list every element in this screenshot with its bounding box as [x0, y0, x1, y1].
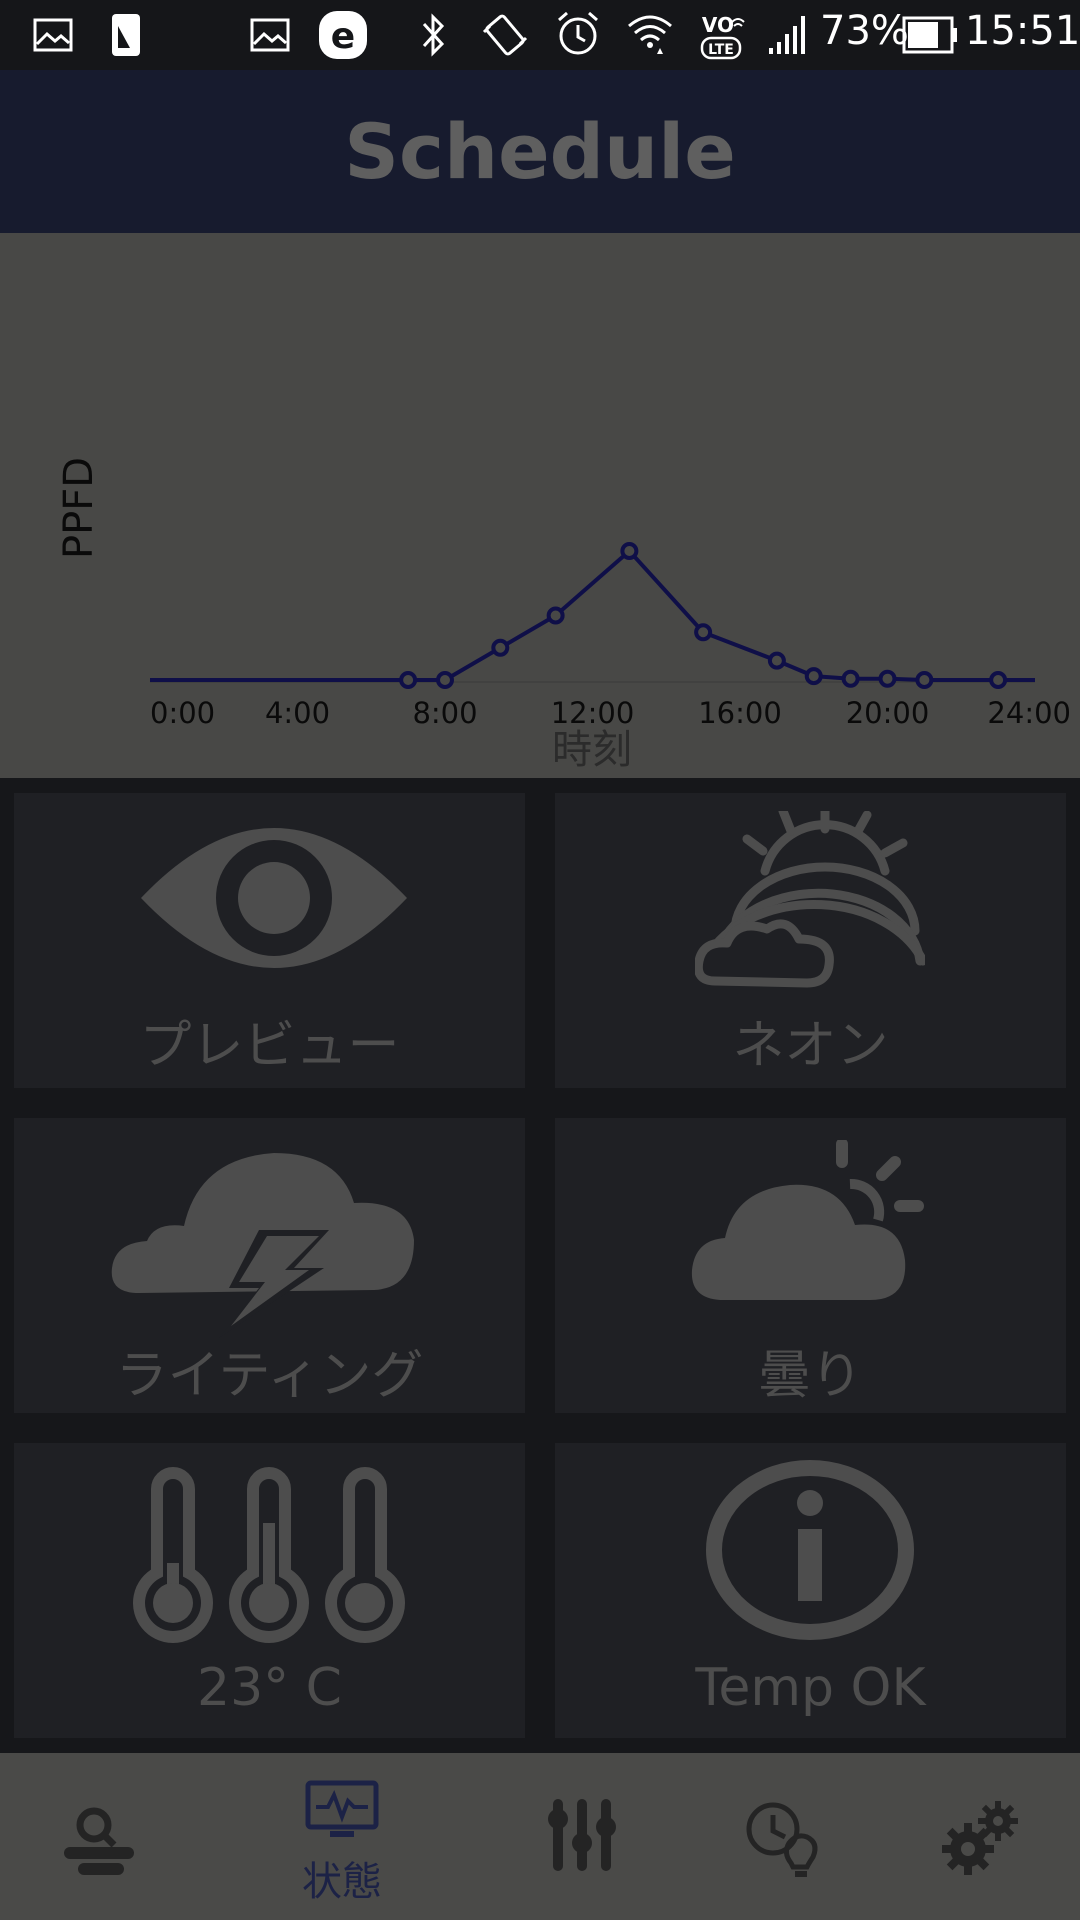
x-tick-label: 4:00 — [265, 696, 330, 730]
partly-cloudy-icon — [691, 1140, 924, 1300]
eye-icon — [141, 828, 407, 968]
data-point — [989, 671, 1008, 689]
sliders-icon — [548, 1799, 616, 1871]
tile-label: ライティング — [115, 1346, 424, 1406]
temperature-tile[interactable]: 23° C — [14, 1443, 525, 1738]
neon-tile[interactable]: ネオン — [555, 793, 1066, 1088]
svg-text:VO: VO — [702, 13, 734, 37]
preview-tile[interactable]: プレビュー — [14, 793, 525, 1088]
e-app-icon: e — [319, 11, 367, 59]
nav-status-label: 状態 — [302, 1859, 382, 1905]
ppfd-chart: PPFD 0:00 4:00 8:00 12:00 16:00 20:00 24:00 時刻 — [0, 233, 1080, 778]
sun-rainbow-cloud-icon — [695, 811, 925, 988]
nav-status[interactable]: 状態 — [272, 1753, 412, 1920]
sim-card-icon — [112, 14, 140, 56]
nav-sliders[interactable] — [515, 1753, 655, 1920]
clock-bulb-icon — [746, 1802, 818, 1877]
x-tick-label: 24:00 — [987, 696, 1071, 730]
x-axis-label: 時刻 — [552, 727, 632, 773]
temperature-value: 23° C — [196, 1658, 342, 1718]
data-point — [546, 606, 565, 625]
chart-svg: PPFD 0:00 4:00 8:00 12:00 16:00 20:00 24:00 時刻 — [56, 457, 1071, 773]
app-header: Schedule — [0, 70, 1080, 233]
x-tick-label: 0:00 — [150, 696, 215, 730]
data-point — [491, 638, 510, 657]
alarm-icon — [558, 11, 598, 55]
data-point — [878, 669, 897, 688]
battery-percent: 73% — [820, 8, 909, 54]
bottom-navigation: 状態 — [0, 1753, 1080, 1920]
tile-label: 曇り — [758, 1346, 863, 1406]
page-title: Schedule — [344, 107, 736, 196]
tile-grid: プレビュー ネオン ライティング 曇り 23° C Temp OK — [0, 778, 1080, 1753]
data-point — [767, 651, 786, 670]
y-axis-label: PPFD — [56, 457, 102, 559]
tile-label: プレビュー — [139, 1016, 400, 1076]
cloudy-tile[interactable]: 曇り — [555, 1118, 1066, 1413]
data-point — [620, 542, 639, 560]
nav-schedule[interactable] — [735, 1753, 875, 1920]
bluetooth-icon — [422, 13, 445, 57]
gallery-icon — [250, 18, 290, 52]
thunder-cloud-icon — [111, 1153, 415, 1338]
x-tick-label: 12:00 — [551, 696, 635, 730]
tile-label: ネオン — [732, 1016, 889, 1076]
signal-icon — [769, 16, 805, 54]
volte-icon: VO LTE — [700, 13, 745, 60]
data-point — [399, 671, 418, 689]
data-point — [915, 671, 934, 689]
status-info-tile[interactable]: Temp OK — [555, 1443, 1066, 1738]
status-bar: e VO LTE 73% 15:51 — [0, 0, 1080, 70]
wifi-icon — [628, 15, 672, 54]
data-point — [841, 669, 860, 688]
nav-search-device[interactable] — [30, 1753, 170, 1920]
monitor-pulse-icon — [305, 1780, 379, 1837]
data-point — [694, 623, 713, 642]
battery-icon — [902, 16, 957, 54]
status-time: 15:51 — [965, 8, 1080, 54]
svg-text:e: e — [331, 16, 355, 57]
lighting-tile[interactable]: ライティング — [14, 1118, 525, 1413]
data-point — [804, 667, 823, 686]
series-line — [150, 549, 1035, 682]
search-device-icon — [64, 1807, 134, 1875]
info-icon — [706, 1460, 914, 1640]
gallery-icon — [33, 18, 73, 52]
nav-settings[interactable] — [920, 1753, 1060, 1920]
temp-status: Temp OK — [695, 1658, 926, 1718]
svg-text:LTE: LTE — [708, 42, 734, 58]
x-tick-label: 8:00 — [412, 696, 477, 730]
gears-icon — [942, 1801, 1018, 1875]
x-tick-label: 20:00 — [846, 696, 930, 730]
data-point — [436, 671, 454, 689]
vibrate-icon — [482, 14, 528, 56]
x-tick-label: 16:00 — [698, 696, 782, 730]
thermometers-icon — [133, 1467, 405, 1643]
